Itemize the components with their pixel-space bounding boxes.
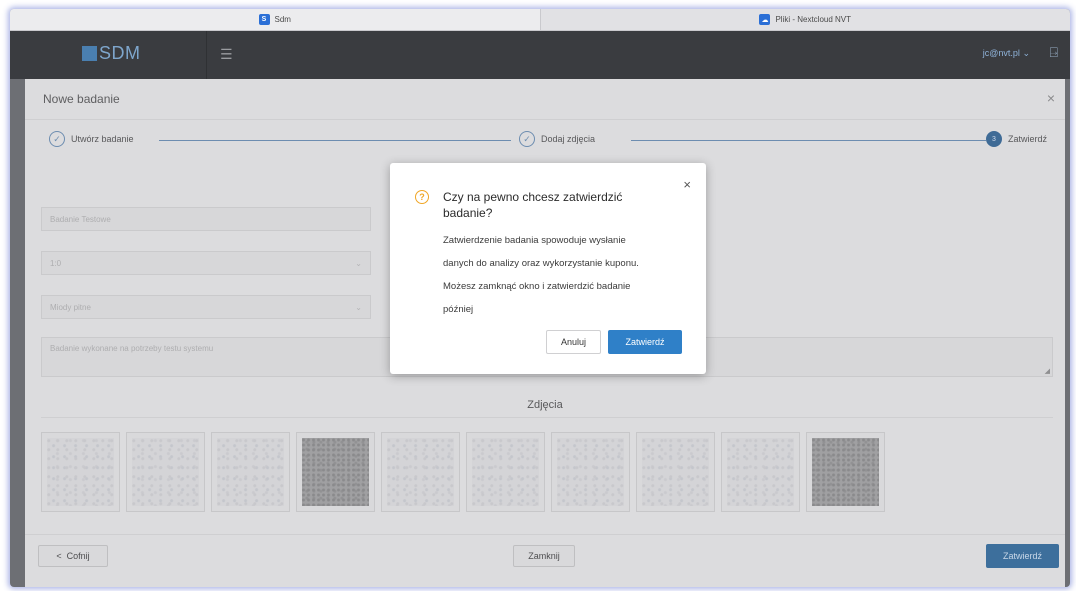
description-value: Badanie wykonane na potrzeby testu syste… <box>50 344 214 353</box>
step-connector <box>631 140 1005 141</box>
step-number-icon: 3 <box>986 131 1002 147</box>
photo-thumbnail[interactable] <box>296 432 375 512</box>
resize-handle-icon[interactable]: ◢ <box>1045 367 1050 375</box>
study-name-value: Badanie Testowe <box>50 214 111 224</box>
chevron-left-icon: < <box>56 551 62 561</box>
sidebar-divider <box>206 31 207 79</box>
ratio-value: 1:0 <box>50 258 62 268</box>
browser-tab-label: Pliki - Nextcloud NVT <box>775 15 852 24</box>
photo-image <box>132 438 199 506</box>
browser-tab-sdm[interactable]: S Sdm <box>10 9 540 30</box>
dialog-message-line: danych do analizy oraz wykorzystanie kup… <box>443 258 639 269</box>
photo-thumbnail[interactable] <box>636 432 715 512</box>
photo-thumbnail[interactable] <box>211 432 290 512</box>
app-header: SDM ☰ jc@nvt.pl ⌄ ⍈ <box>10 31 1070 79</box>
photo-image <box>387 438 454 506</box>
user-menu[interactable]: jc@nvt.pl ⌄ <box>983 48 1030 59</box>
photo-image <box>557 438 624 506</box>
photo-image <box>217 438 284 506</box>
question-circle-icon: ? <box>415 190 429 204</box>
modal-title: Nowe badanie <box>43 92 120 106</box>
nextcloud-favicon-icon: ☁ <box>759 14 771 25</box>
logo-text: SDM <box>99 43 141 63</box>
photos-divider <box>41 417 1053 418</box>
menu-toggle-icon[interactable]: ☰ <box>220 47 236 61</box>
close-label: Zamknij <box>528 551 560 561</box>
photo-image <box>472 438 539 506</box>
step-label: Utwórz badanie <box>71 134 134 144</box>
photo-thumbnail[interactable] <box>806 432 885 512</box>
step-confirm: 3 Zatwierdź <box>986 131 1054 147</box>
check-circle-icon: ✓ <box>49 131 65 147</box>
photo-thumbnail[interactable] <box>126 432 205 512</box>
stepper: ✓ Utwórz badanie ✓ Dodaj zdjęcia 3 Zatwi… <box>41 131 1057 151</box>
chevron-down-icon: ⌄ <box>355 258 362 268</box>
chevron-down-icon: ⌄ <box>355 302 362 312</box>
step-label: Zatwierdź <box>1008 134 1048 144</box>
screen: S Sdm ☁ Pliki - Nextcloud NVT SDM ☰ jc@n… <box>10 9 1070 587</box>
cancel-button[interactable]: Anuluj <box>546 330 601 354</box>
close-button[interactable]: Zamknij <box>513 545 575 567</box>
modal-footer-divider <box>25 534 1065 535</box>
photo-thumbnail[interactable] <box>41 432 120 512</box>
confirm-footer-button[interactable]: Zatwierdź <box>986 544 1059 568</box>
dialog-close-icon[interactable]: × <box>683 177 691 192</box>
logo-mark-icon <box>82 46 97 61</box>
back-label: Cofnij <box>66 551 90 561</box>
photo-thumbnail[interactable] <box>721 432 800 512</box>
photos-heading: Zdjęcia <box>527 399 563 411</box>
photo-thumbnail[interactable] <box>466 432 545 512</box>
photo-image <box>47 438 114 506</box>
dialog-message: Zatwierdzenie badania spowoduje wysłanie… <box>443 229 688 321</box>
chevron-down-icon: ⌄ <box>1022 48 1030 58</box>
modal-close-icon[interactable]: × <box>1047 90 1055 106</box>
user-email: jc@nvt.pl <box>982 48 1020 58</box>
browser-tab-nextcloud[interactable]: ☁ Pliki - Nextcloud NVT <box>539 9 1071 30</box>
photo-gallery <box>41 432 885 512</box>
step-add-photos: ✓ Dodaj zdjęcia <box>519 131 602 147</box>
ratio-select[interactable]: 1:0 ⌄ <box>41 251 371 275</box>
confirm-button[interactable]: Zatwierdź <box>608 330 682 354</box>
check-circle-icon: ✓ <box>519 131 535 147</box>
modal-header-divider <box>25 119 1065 120</box>
photo-image <box>642 438 709 506</box>
dialog-message-line: Zatwierdzenie badania spowoduje wysłanie <box>443 235 626 246</box>
photo-image <box>812 438 879 506</box>
dialog-title: Czy na pewno chcesz zatwierdzić badanie? <box>443 190 623 220</box>
back-button[interactable]: < Cofnij <box>38 545 108 567</box>
browser-tabbar: S Sdm ☁ Pliki - Nextcloud NVT <box>10 9 1070 31</box>
confirm-dialog: ? × Czy na pewno chcesz zatwierdzić bada… <box>390 163 706 374</box>
type-value: Miody pitne <box>50 302 91 312</box>
logout-icon[interactable]: ⍈ <box>1050 44 1058 61</box>
photo-thumbnail[interactable] <box>551 432 630 512</box>
sdm-favicon-icon: S <box>258 14 270 25</box>
app-logo[interactable]: SDM <box>82 43 141 64</box>
dialog-message-line: Możesz zamknąć okno i zatwierdzić badani… <box>443 281 631 292</box>
browser-tab-label: Sdm <box>274 15 291 24</box>
study-name-field[interactable]: Badanie Testowe <box>41 207 371 231</box>
type-select[interactable]: Miody pitne ⌄ <box>41 295 371 319</box>
photo-image <box>302 438 369 506</box>
step-connector <box>159 140 511 141</box>
confirm-label: Zatwierdź <box>1002 551 1042 561</box>
photo-image <box>727 438 794 506</box>
step-create-study: ✓ Utwórz badanie <box>49 131 140 147</box>
step-label: Dodaj zdjęcia <box>541 134 596 144</box>
photo-thumbnail[interactable] <box>381 432 460 512</box>
dialog-message-line: później <box>443 304 474 315</box>
